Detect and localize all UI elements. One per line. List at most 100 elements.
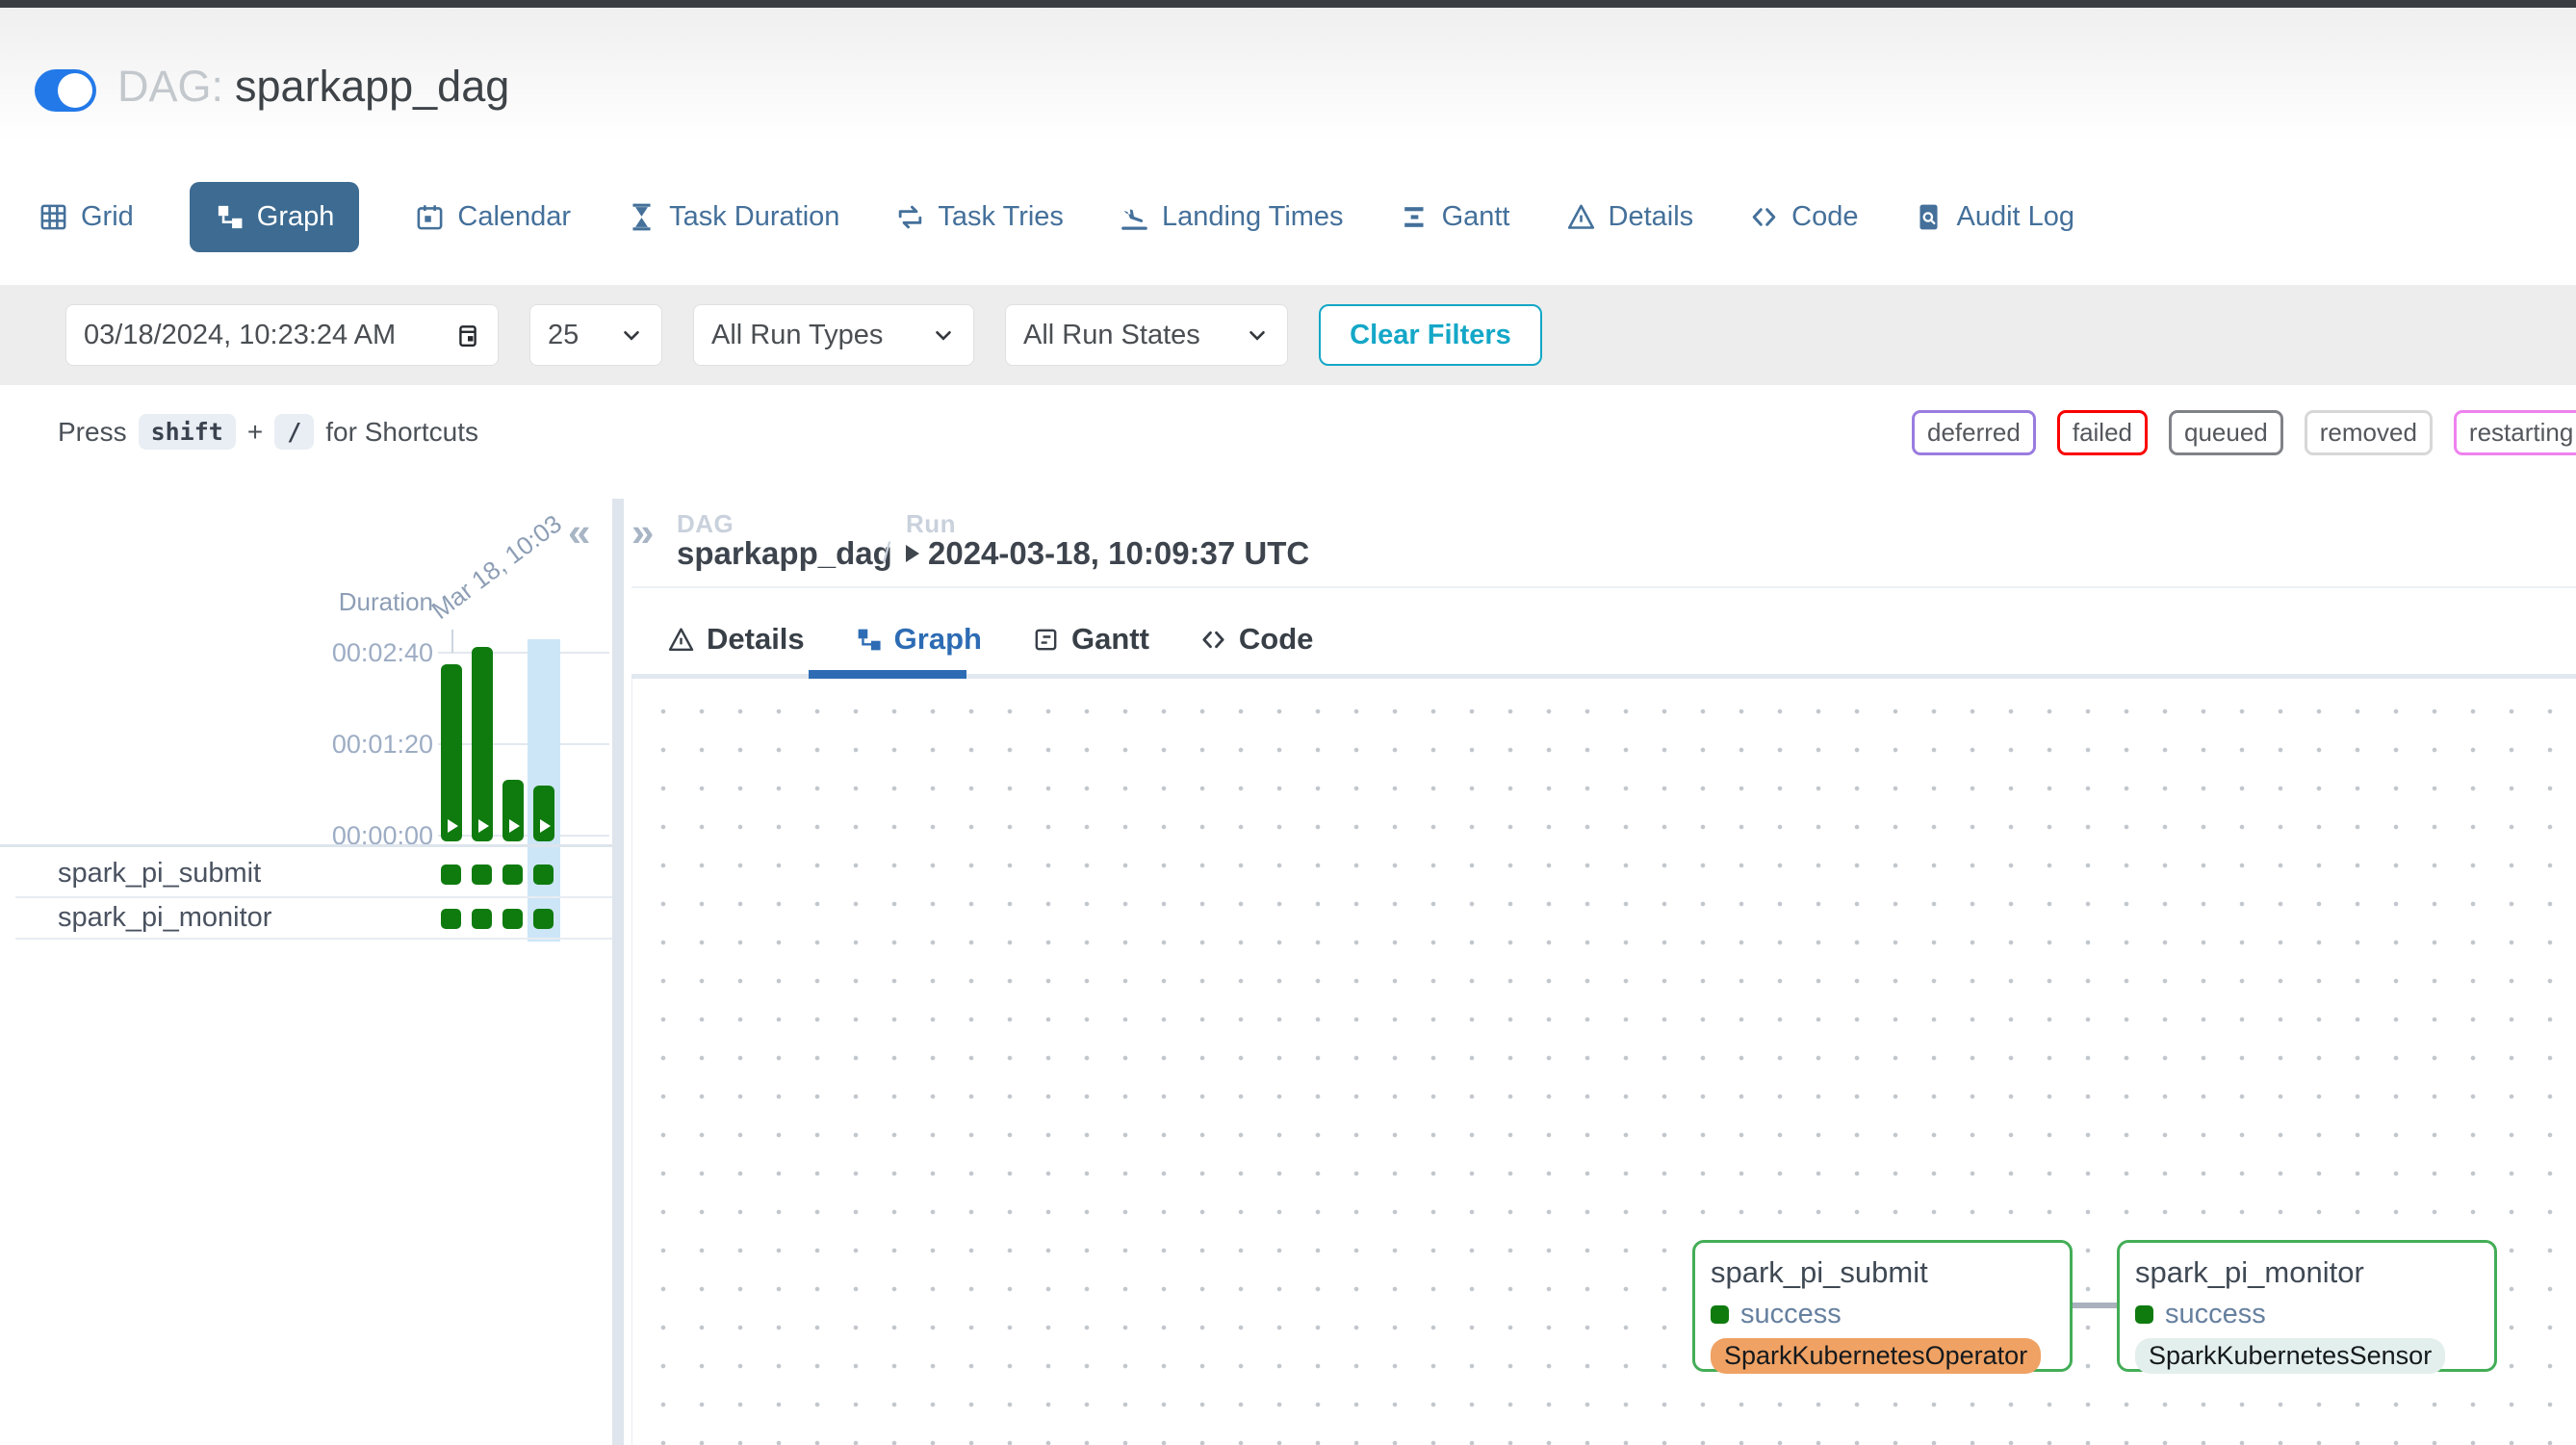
run-duration-bar[interactable] [533, 786, 554, 841]
grid-separator [0, 844, 612, 847]
run-name-text: 2024-03-18, 10:09:37 UTC [928, 535, 1309, 572]
run-types-select[interactable]: All Run Types [693, 304, 974, 366]
collapse-grid-icon[interactable]: « [568, 512, 590, 553]
run-tab-code[interactable]: Code [1199, 622, 1314, 657]
task-node-title: spark_pi_monitor [2135, 1255, 2479, 1290]
task-node-spark-pi-monitor[interactable]: spark_pi_monitor success SparkKubernetes… [2117, 1240, 2497, 1372]
legend-removed[interactable]: removed [2305, 410, 2433, 455]
run-duration-bar[interactable] [472, 647, 493, 841]
success-state-icon [1711, 1305, 1729, 1324]
operator-badge: SparkKubernetesSensor [2135, 1338, 2445, 1374]
retry-icon [895, 202, 925, 232]
run-tab-label: Details [707, 622, 805, 657]
dag-view-tabs: Grid Graph Calendar Task Duration Task T… [39, 173, 2074, 260]
tab-audit-log[interactable]: Audit Log [1914, 201, 2074, 233]
task-node-title: spark_pi_submit [1711, 1255, 2054, 1290]
operator-badge: SparkKubernetesOperator [1711, 1338, 2041, 1374]
task-instance-success[interactable] [502, 864, 523, 885]
tab-landing-times[interactable]: Landing Times [1120, 201, 1344, 233]
shortcuts-hint: Press shift + / for Shortcuts [58, 414, 478, 450]
tab-label: Gantt [1442, 201, 1510, 233]
task-instance-success[interactable] [441, 864, 461, 885]
tab-task-duration[interactable]: Task Duration [627, 201, 839, 233]
shortcuts-text: for Shortcuts [325, 417, 478, 448]
panel-divider[interactable] [612, 499, 624, 1445]
run-states-value: All Run States [1023, 320, 1200, 351]
task-instance-squares [441, 864, 554, 885]
breadcrumb-separator: / [883, 537, 890, 570]
run-tab-details[interactable]: Details [667, 622, 805, 657]
hourglass-icon [627, 202, 657, 232]
grid-icon [39, 202, 68, 232]
run-duration-bar[interactable] [502, 780, 524, 841]
task-instance-success[interactable] [472, 864, 492, 885]
chevron-down-icon [1245, 323, 1270, 348]
dag-label: DAG: [117, 62, 223, 111]
tab-code[interactable]: Code [1749, 201, 1858, 233]
tab-grid[interactable]: Grid [39, 201, 134, 233]
page-size-select[interactable]: 25 [529, 304, 662, 366]
run-types-value: All Run Types [711, 320, 883, 351]
graph-icon [215, 202, 245, 232]
tab-task-tries[interactable]: Task Tries [895, 201, 1064, 233]
graph-icon [855, 626, 883, 654]
task-edge [2073, 1303, 2117, 1308]
toggle-knob [58, 73, 92, 108]
task-instance-success[interactable] [533, 864, 554, 885]
clear-filters-button[interactable]: Clear Filters [1319, 304, 1542, 366]
run-duration-bar[interactable] [441, 664, 462, 841]
task-name: spark_pi_monitor [58, 902, 271, 934]
run-tab-graph[interactable]: Graph [855, 622, 982, 657]
tab-graph[interactable]: Graph [190, 182, 360, 252]
tab-label: Landing Times [1162, 201, 1344, 233]
chevron-down-icon [619, 323, 644, 348]
dag-graph-canvas[interactable]: spark_pi_submit success SparkKubernetesO… [631, 679, 2576, 1445]
legend-restarting[interactable]: restarting [2454, 410, 2576, 455]
task-instance-success[interactable] [502, 909, 523, 929]
code-icon [1749, 202, 1779, 232]
run-tab-gantt[interactable]: Gantt [1032, 622, 1149, 657]
task-instance-success[interactable] [533, 909, 554, 929]
kbd-shift: shift [139, 414, 236, 450]
expand-panel-icon[interactable]: » [631, 512, 654, 553]
shortcuts-text: Press [58, 417, 127, 448]
tab-gantt[interactable]: Gantt [1400, 201, 1510, 233]
landing-icon [1120, 202, 1149, 232]
task-state-label: success [2165, 1299, 2266, 1330]
state-legend: deferred failed queued removed restartin… [1912, 410, 2576, 455]
shortcuts-plus: + [247, 417, 263, 448]
base-date-input[interactable] [84, 320, 430, 351]
task-state-label: success [1740, 1299, 1842, 1330]
success-state-icon [2135, 1305, 2153, 1324]
active-tab-underline [809, 670, 966, 679]
task-instance-success[interactable] [472, 909, 492, 929]
tab-calendar[interactable]: Calendar [415, 201, 571, 233]
task-instance-success[interactable] [441, 909, 461, 929]
tab-details[interactable]: Details [1566, 201, 1694, 233]
gantt-doc-icon [1032, 626, 1060, 654]
dag-pause-toggle[interactable] [35, 69, 96, 112]
breadcrumb-dag-name[interactable]: sparkapp_dag [677, 535, 892, 572]
calendar-picker-icon[interactable] [455, 323, 480, 348]
task-node-spark-pi-submit[interactable]: spark_pi_submit success SparkKubernetesO… [1692, 1240, 2073, 1372]
y-tick: 00:01:20 [318, 730, 433, 760]
duration-axis-title: Duration [320, 587, 433, 617]
audit-log-icon [1914, 202, 1944, 232]
warning-triangle-icon [667, 626, 695, 654]
warning-triangle-icon [1566, 202, 1596, 232]
run-tab-label: Code [1239, 622, 1314, 657]
dag-name: sparkapp_dag [235, 62, 509, 111]
breadcrumb-run-name[interactable]: 2024-03-18, 10:09:37 UTC [906, 535, 1309, 572]
gantt-icon [1400, 202, 1430, 232]
legend-queued[interactable]: queued [2169, 410, 2283, 455]
kbd-slash: / [274, 414, 314, 450]
panel-header-border [631, 586, 2576, 588]
legend-failed[interactable]: failed [2057, 410, 2148, 455]
run-tab-label: Gantt [1071, 622, 1149, 657]
task-instance-squares [441, 909, 554, 929]
legend-deferred[interactable]: deferred [1912, 410, 2036, 455]
run-states-select[interactable]: All Run States [1005, 304, 1288, 366]
y-tick: 00:02:40 [318, 638, 433, 668]
tab-label: Task Tries [938, 201, 1064, 233]
base-date-input-wrapper [65, 304, 499, 366]
